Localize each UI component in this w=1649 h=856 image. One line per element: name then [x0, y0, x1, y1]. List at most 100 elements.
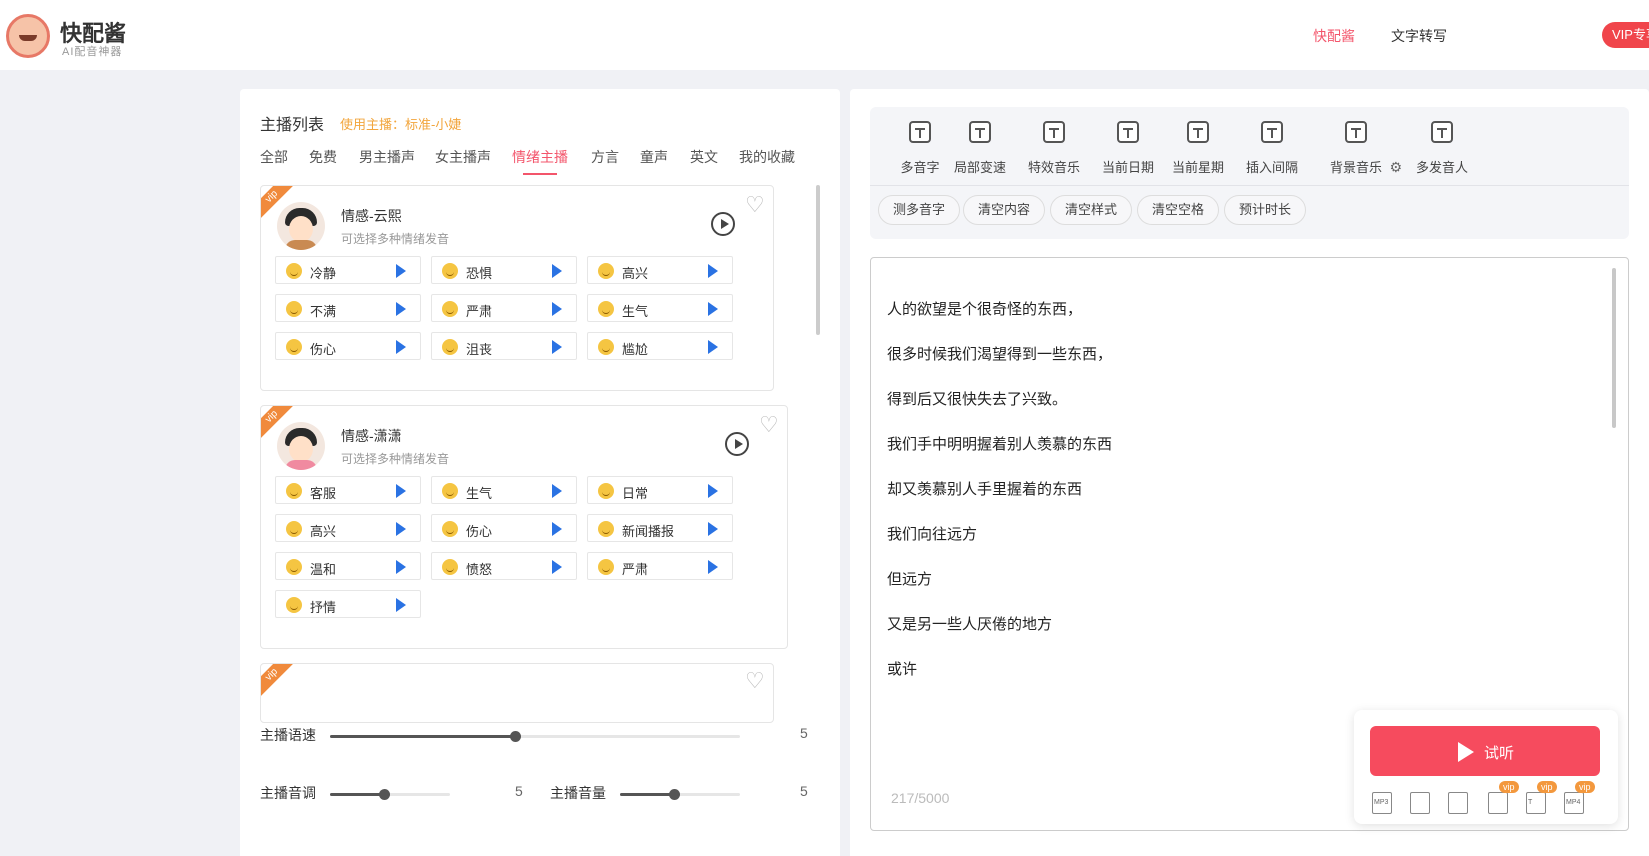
emotion-button[interactable]: 生气	[587, 294, 733, 322]
logo-mascot-icon[interactable]	[6, 14, 50, 58]
tool-polyphone[interactable]: 多音字	[890, 117, 950, 176]
anchor-card-2[interactable]: vip ♡	[260, 663, 774, 723]
play-triangle-icon	[708, 264, 718, 278]
emotion-button[interactable]: 愤怒	[431, 552, 577, 580]
text-file-icon[interactable]: Tvip	[1526, 781, 1557, 814]
gear-icon[interactable]: ⚙	[1389, 159, 1402, 176]
tab-6[interactable]: 童声	[640, 147, 668, 167]
tab-1[interactable]: 免费	[309, 147, 337, 167]
emotion-button[interactable]: 新闻播报	[587, 514, 733, 542]
speed-slider[interactable]	[330, 731, 740, 742]
volume-slider-knob[interactable]	[669, 789, 680, 800]
tool-speed-wave[interactable]: 局部变速	[950, 117, 1010, 176]
editor-text-line: 人的欲望是个很奇怪的东西，	[887, 301, 1083, 318]
speed-wave-icon	[965, 117, 995, 147]
favorite-heart-icon[interactable]: ♡	[745, 194, 765, 216]
emotion-button[interactable]: 生气	[431, 476, 577, 504]
pitch-slider-fill	[330, 793, 384, 796]
play-triangle-icon	[396, 484, 406, 498]
tab-8[interactable]: 我的收藏	[739, 147, 795, 167]
pitch-slider-knob[interactable]	[379, 789, 390, 800]
tab-2[interactable]: 男主播声	[359, 147, 415, 167]
tool-insert-gap[interactable]: 插入间隔	[1242, 117, 1302, 176]
action-pill-2[interactable]: 清空样式	[1050, 195, 1133, 225]
favorite-heart-icon[interactable]: ♡	[745, 670, 765, 692]
emotion-label: 日常	[622, 486, 649, 501]
tool-effect-music[interactable]: 特效音乐	[1024, 117, 1084, 176]
emotion-button[interactable]: 抒情	[275, 590, 421, 618]
vip-badge: vip	[1537, 781, 1557, 793]
volume-label: 主播音量	[550, 785, 606, 801]
tool-background-music[interactable]: 背景音乐 ⚙	[1316, 117, 1402, 176]
anchor-avatar	[277, 202, 325, 250]
emotion-button[interactable]: 不满	[275, 294, 421, 322]
tool-multi-speaker[interactable]: 多发音人	[1412, 117, 1472, 176]
anchor-play-button[interactable]	[711, 212, 735, 236]
tool-calendar-week[interactable]: 当前星期	[1168, 117, 1228, 176]
emotion-button[interactable]: 高兴	[587, 256, 733, 284]
speed-slider-fill	[330, 735, 515, 738]
tab-7[interactable]: 英文	[690, 147, 718, 167]
action-pill-1[interactable]: 清空内容	[963, 195, 1046, 225]
editor-text-line: 很多时候我们渴望得到一些东西，	[887, 346, 1113, 363]
insert-gap-icon	[1257, 117, 1287, 147]
anchor-card-1[interactable]: vip ♡ 情感-潇潇 可选择多种情绪发音 客服 生气 日常 高兴 伤心 新闻播报 温和 愤怒 严肃 抒情	[260, 405, 788, 649]
anchor-desc: 可选择多种情绪发音	[341, 452, 450, 466]
emotion-button[interactable]: 沮丧	[431, 332, 577, 360]
save-icon[interactable]	[1448, 792, 1468, 814]
emotion-button[interactable]: 高兴	[275, 514, 421, 542]
emotion-button[interactable]: 严肃	[431, 294, 577, 322]
tool-calendar-date[interactable]: 当前日期	[1098, 117, 1158, 176]
favorite-heart-icon[interactable]: ♡	[759, 414, 779, 436]
emotion-button[interactable]: 尴尬	[587, 332, 733, 360]
tool-label: 背景音乐	[1329, 160, 1382, 175]
editor-scrollbar[interactable]	[1612, 268, 1616, 428]
mp4-icon[interactable]: MP4 vip	[1564, 781, 1595, 814]
emotion-button[interactable]: 伤心	[275, 332, 421, 360]
emoji-face-icon	[286, 301, 302, 317]
play-triangle-icon	[552, 264, 562, 278]
phone-icon[interactable]	[1410, 792, 1430, 814]
multi-speaker-icon	[1427, 117, 1457, 147]
emotion-button[interactable]: 温和	[275, 552, 421, 580]
try-listen-button[interactable]: 试听	[1370, 726, 1600, 776]
action-pill-0[interactable]: 测多音字	[878, 195, 961, 225]
anchor-list: vip ♡ 情感-云熙 可选择多种情绪发音 冷静 恐惧 高兴 不满 严肃 生气 伤心 沮丧 尴尬 vip ♡…	[260, 185, 820, 797]
emotion-button[interactable]: 严肃	[587, 552, 733, 580]
action-pill-4[interactable]: 预计时长	[1224, 195, 1307, 225]
speed-slider-knob[interactable]	[509, 731, 521, 742]
emotion-label: 生气	[466, 486, 493, 501]
anchor-desc: 可选择多种情绪发音	[341, 232, 450, 246]
tab-4[interactable]: 情绪主播	[512, 147, 568, 175]
list-icon[interactable]: vip	[1488, 781, 1519, 814]
emotion-label: 愤怒	[466, 562, 493, 577]
pitch-slider[interactable]	[330, 789, 450, 800]
emoji-face-icon	[442, 301, 458, 317]
emotion-button[interactable]: 冷静	[275, 256, 421, 284]
emoji-face-icon	[598, 521, 614, 537]
nav-text-transcribe[interactable]: 文字转写	[1391, 26, 1447, 46]
vip-button[interactable]: VIP专享	[1602, 22, 1649, 48]
avatar-shirt	[285, 460, 317, 470]
mp3-icon[interactable]: MP3	[1372, 792, 1392, 814]
emotion-button[interactable]: 恐惧	[431, 256, 577, 284]
tab-0[interactable]: 全部	[260, 147, 288, 167]
speed-label: 主播语速	[260, 727, 316, 743]
tool-label: 当前星期	[1171, 160, 1224, 175]
editor-text-line: 我们向往远方	[887, 526, 978, 543]
anchor-play-button[interactable]	[725, 432, 749, 456]
tab-3[interactable]: 女主播声	[435, 147, 491, 167]
anchor-list-scrollbar[interactable]	[816, 185, 820, 335]
volume-slider[interactable]	[620, 789, 740, 800]
tab-5[interactable]: 方言	[591, 147, 619, 167]
play-triangle-icon	[396, 302, 406, 316]
emotion-label: 恐惧	[466, 266, 493, 281]
anchor-card-0[interactable]: vip ♡ 情感-云熙 可选择多种情绪发音 冷静 恐惧 高兴 不满 严肃 生气 伤心 沮丧 尴尬	[260, 185, 774, 391]
emotion-button[interactable]: 客服	[275, 476, 421, 504]
emoji-face-icon	[286, 339, 302, 355]
action-pill-3[interactable]: 清空空格	[1137, 195, 1220, 225]
emotion-button[interactable]: 伤心	[431, 514, 577, 542]
emotion-button[interactable]: 日常	[587, 476, 733, 504]
emoji-face-icon	[286, 521, 302, 537]
nav-kuaipeijiang[interactable]: 快配酱	[1313, 26, 1355, 46]
